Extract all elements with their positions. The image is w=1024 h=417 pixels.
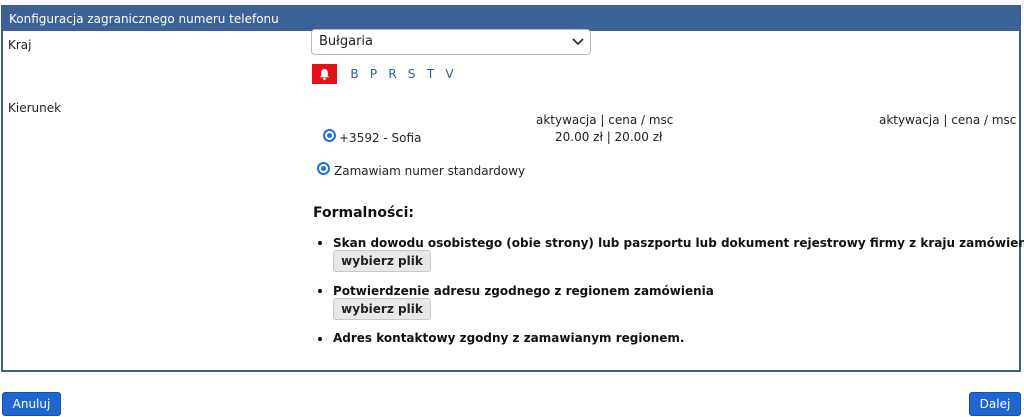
alphabet-letter-t[interactable]: T: [421, 67, 440, 81]
alphabet-letter-p[interactable]: P: [364, 67, 383, 81]
requirement-id-scan: Skan dowodu osobistego (obie strony) lub…: [333, 236, 1024, 250]
country-select-value: Bułgaria: [319, 34, 373, 49]
column-header-left: aktywacja | cena / msc: [536, 113, 674, 127]
alphabet-letter-s[interactable]: S: [402, 67, 421, 81]
standard-number-radio[interactable]: [317, 162, 330, 175]
number-label-sofia: +3592 - Sofia: [339, 131, 422, 145]
alphabet-letter-b[interactable]: B: [345, 67, 364, 81]
number-price-sofia: 20.00 zł | 20.00 zł: [555, 130, 663, 144]
choose-file-button-id-scan[interactable]: wybierz plik: [333, 250, 431, 272]
direction-label: Kierunek: [8, 101, 62, 115]
list-bullet: [318, 241, 322, 245]
next-button[interactable]: Dalej: [969, 392, 1021, 416]
alphabet-letter-v[interactable]: V: [440, 67, 459, 81]
formalities-title: Formalności:: [313, 205, 414, 221]
standard-number-label: Zamawiam numer standardowy: [334, 164, 526, 178]
chevron-down-icon: [572, 38, 584, 45]
bell-icon[interactable]: [312, 64, 337, 84]
cancel-button[interactable]: Anuluj: [2, 392, 61, 416]
country-label: Kraj: [8, 38, 32, 52]
bell-icon-glyph: [319, 68, 330, 80]
phone-config-panel: Konfiguracja zagranicznego numeru telefo…: [1, 5, 1021, 372]
country-select[interactable]: Bułgaria: [311, 29, 591, 55]
alphabet-filter: B P R S T V: [312, 63, 459, 85]
choose-file-button-address-proof[interactable]: wybierz plik: [333, 298, 431, 320]
alphabet-letter-r[interactable]: R: [383, 67, 402, 81]
requirement-contact-address: Adres kontaktowy zgodny z zamawianym reg…: [333, 331, 685, 345]
number-radio-sofia[interactable]: [323, 129, 336, 142]
column-header-right: aktywacja | cena / msc: [879, 113, 1017, 127]
panel-title: Konfiguracja zagranicznego numeru telefo…: [3, 7, 1019, 31]
requirement-address-proof: Potwierdzenie adresu zgodnego z regionem…: [333, 284, 714, 298]
list-bullet: [318, 337, 322, 341]
list-bullet: [318, 289, 322, 293]
